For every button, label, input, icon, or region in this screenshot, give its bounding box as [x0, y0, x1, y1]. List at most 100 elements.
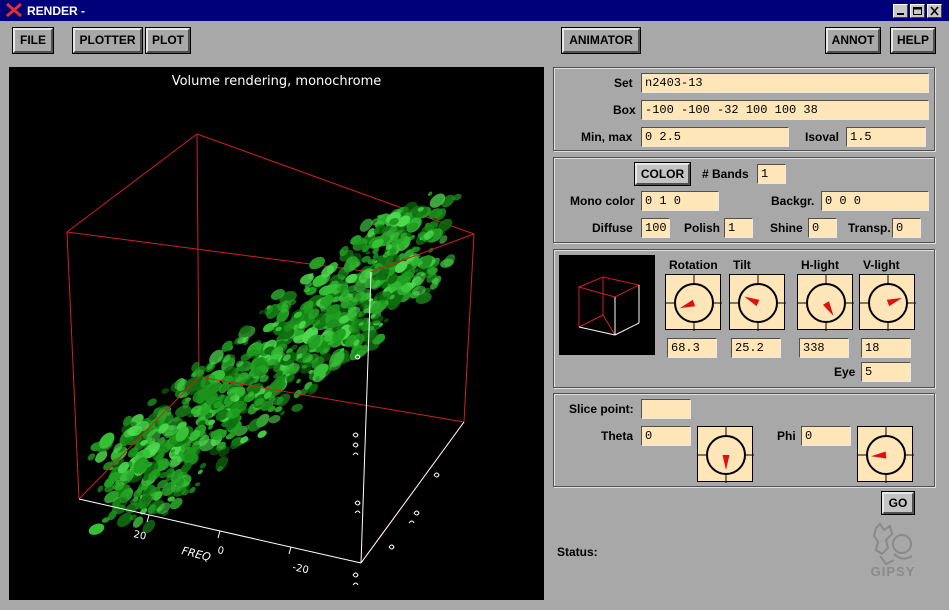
go-button[interactable]: GO	[881, 491, 915, 515]
dial-face	[698, 427, 754, 483]
cloud-blob	[427, 191, 433, 197]
color-button[interactable]: COLOR	[634, 162, 691, 186]
minimize-button[interactable]	[893, 4, 908, 18]
bands-label: # Bands	[702, 167, 749, 181]
theta-dial[interactable]	[697, 426, 754, 483]
orientation-preview	[559, 255, 655, 355]
box-edge	[196, 133, 200, 378]
cloud-blob	[87, 453, 96, 461]
diffuse-input[interactable]: 100	[641, 218, 670, 238]
cloud-blob	[259, 309, 265, 315]
set-input[interactable]: n2403-13	[641, 73, 929, 93]
gipsy-logo-icon	[872, 522, 913, 566]
cloud-blob	[268, 415, 281, 424]
animator-button[interactable]: ANIMATOR	[561, 27, 641, 54]
cloud-blob	[215, 456, 229, 471]
slice-point-label: Slice point:	[569, 402, 634, 416]
depth-axis-line	[360, 421, 465, 564]
tick-mark	[217, 530, 221, 539]
status-label: Status:	[557, 545, 598, 559]
cloud-blob	[383, 318, 389, 323]
dial-face	[730, 275, 786, 331]
vlight-label: V-light	[863, 258, 900, 272]
tick-mark	[288, 546, 292, 555]
set-panel: Set n2403-13 Box -100 -100 -32 100 100 3…	[553, 67, 935, 151]
theta-input[interactable]: 0	[641, 426, 691, 446]
annot-button[interactable]: ANNOT	[825, 27, 881, 54]
slice-panel: Slice point: Theta 0 Phi 0	[553, 393, 935, 487]
plotter-button[interactable]: PLOTTER	[72, 27, 143, 54]
window-titlebar: RENDER -	[0, 0, 949, 21]
box-edge	[66, 231, 80, 500]
slice-point-input[interactable]	[641, 399, 691, 419]
box-input[interactable]: -100 -100 -32 100 100 38	[641, 100, 929, 120]
isoval-label: Isoval	[805, 130, 840, 144]
color-panel: COLOR # Bands 1 Mono color 0 1 0 Backgr.…	[553, 157, 935, 243]
gipsy-logo: GIPSY	[868, 520, 918, 582]
canvas-title: Volume rendering, monochrome	[171, 74, 382, 89]
cloud-blob	[88, 523, 105, 535]
menu-bar	[0, 21, 949, 63]
cloud-blob	[291, 403, 303, 412]
cloud-blob	[147, 398, 157, 407]
vertical-axis-tick-glyphs	[352, 354, 440, 586]
help-button[interactable]: HELP	[890, 27, 936, 54]
vlight-input[interactable]: 18	[861, 338, 911, 358]
transp-label: Transp.	[848, 221, 891, 235]
box-edge	[196, 133, 475, 235]
tick-label-0: 0	[216, 545, 225, 557]
polish-label: Polish	[684, 221, 721, 235]
file-button[interactable]: FILE	[12, 27, 54, 54]
close-icon	[930, 6, 939, 16]
minmax-input[interactable]: 0 2.5	[641, 127, 789, 147]
hlight-input[interactable]: 338	[799, 338, 849, 358]
polish-input[interactable]: 1	[724, 218, 753, 238]
tick-label-minus20: -20	[291, 562, 309, 576]
isoval-input[interactable]: 1.5	[846, 127, 926, 147]
mono-color-label: Mono color	[570, 194, 635, 208]
phi-dial[interactable]	[857, 426, 914, 483]
box-edge	[66, 133, 198, 233]
cloud-blob	[194, 482, 201, 487]
preview-cube	[577, 276, 641, 336]
phi-input[interactable]: 0	[801, 426, 851, 446]
tilt-dial[interactable]	[729, 274, 786, 331]
volume-render-scene: 20 0 -20 FREQ	[66, 133, 475, 586]
cloud-blob	[296, 378, 301, 384]
shine-input[interactable]: 0	[808, 218, 837, 238]
theta-label: Theta	[601, 429, 634, 443]
mono-color-input[interactable]: 0 1 0	[641, 191, 719, 211]
transp-input[interactable]: 0	[892, 218, 921, 238]
plot-button[interactable]: PLOT	[145, 27, 191, 54]
hlight-label: H-light	[801, 258, 839, 272]
window-title: RENDER -	[27, 4, 86, 18]
gipsy-logo-text: GIPSY	[870, 564, 916, 579]
eye-input[interactable]: 5	[861, 362, 911, 382]
backgr-input[interactable]: 0 0 0	[821, 191, 929, 211]
view-panel: Rotation Tilt H-light V-light 68.3 25.2 …	[553, 249, 935, 388]
eye-label: Eye	[834, 365, 856, 379]
dial-face	[798, 275, 854, 331]
backgr-label: Backgr.	[771, 194, 815, 208]
dial-face	[666, 275, 722, 331]
hlight-dial[interactable]	[797, 274, 854, 331]
minimize-icon	[897, 13, 904, 15]
green-volume-cloud	[87, 191, 462, 535]
minmax-label: Min, max	[581, 130, 633, 144]
phi-label: Phi	[777, 429, 796, 443]
rotation-dial[interactable]	[665, 274, 722, 331]
tilt-input[interactable]: 25.2	[731, 338, 781, 358]
cloud-blob	[197, 469, 203, 475]
set-label: Set	[614, 76, 633, 90]
rotation-input[interactable]: 68.3	[667, 338, 717, 358]
box-label: Box	[613, 103, 636, 117]
render-canvas[interactable]: Volume rendering, monochrome 20 0 -20 FR…	[9, 67, 544, 600]
maximize-button[interactable]	[910, 4, 925, 18]
bands-input[interactable]: 1	[757, 164, 786, 184]
close-button[interactable]	[927, 4, 942, 18]
rotation-label: Rotation	[669, 258, 718, 272]
x-window-icon	[6, 3, 22, 17]
freq-axis-label: FREQ	[180, 544, 212, 564]
cloud-blob	[161, 388, 170, 394]
vlight-dial[interactable]	[859, 274, 916, 331]
